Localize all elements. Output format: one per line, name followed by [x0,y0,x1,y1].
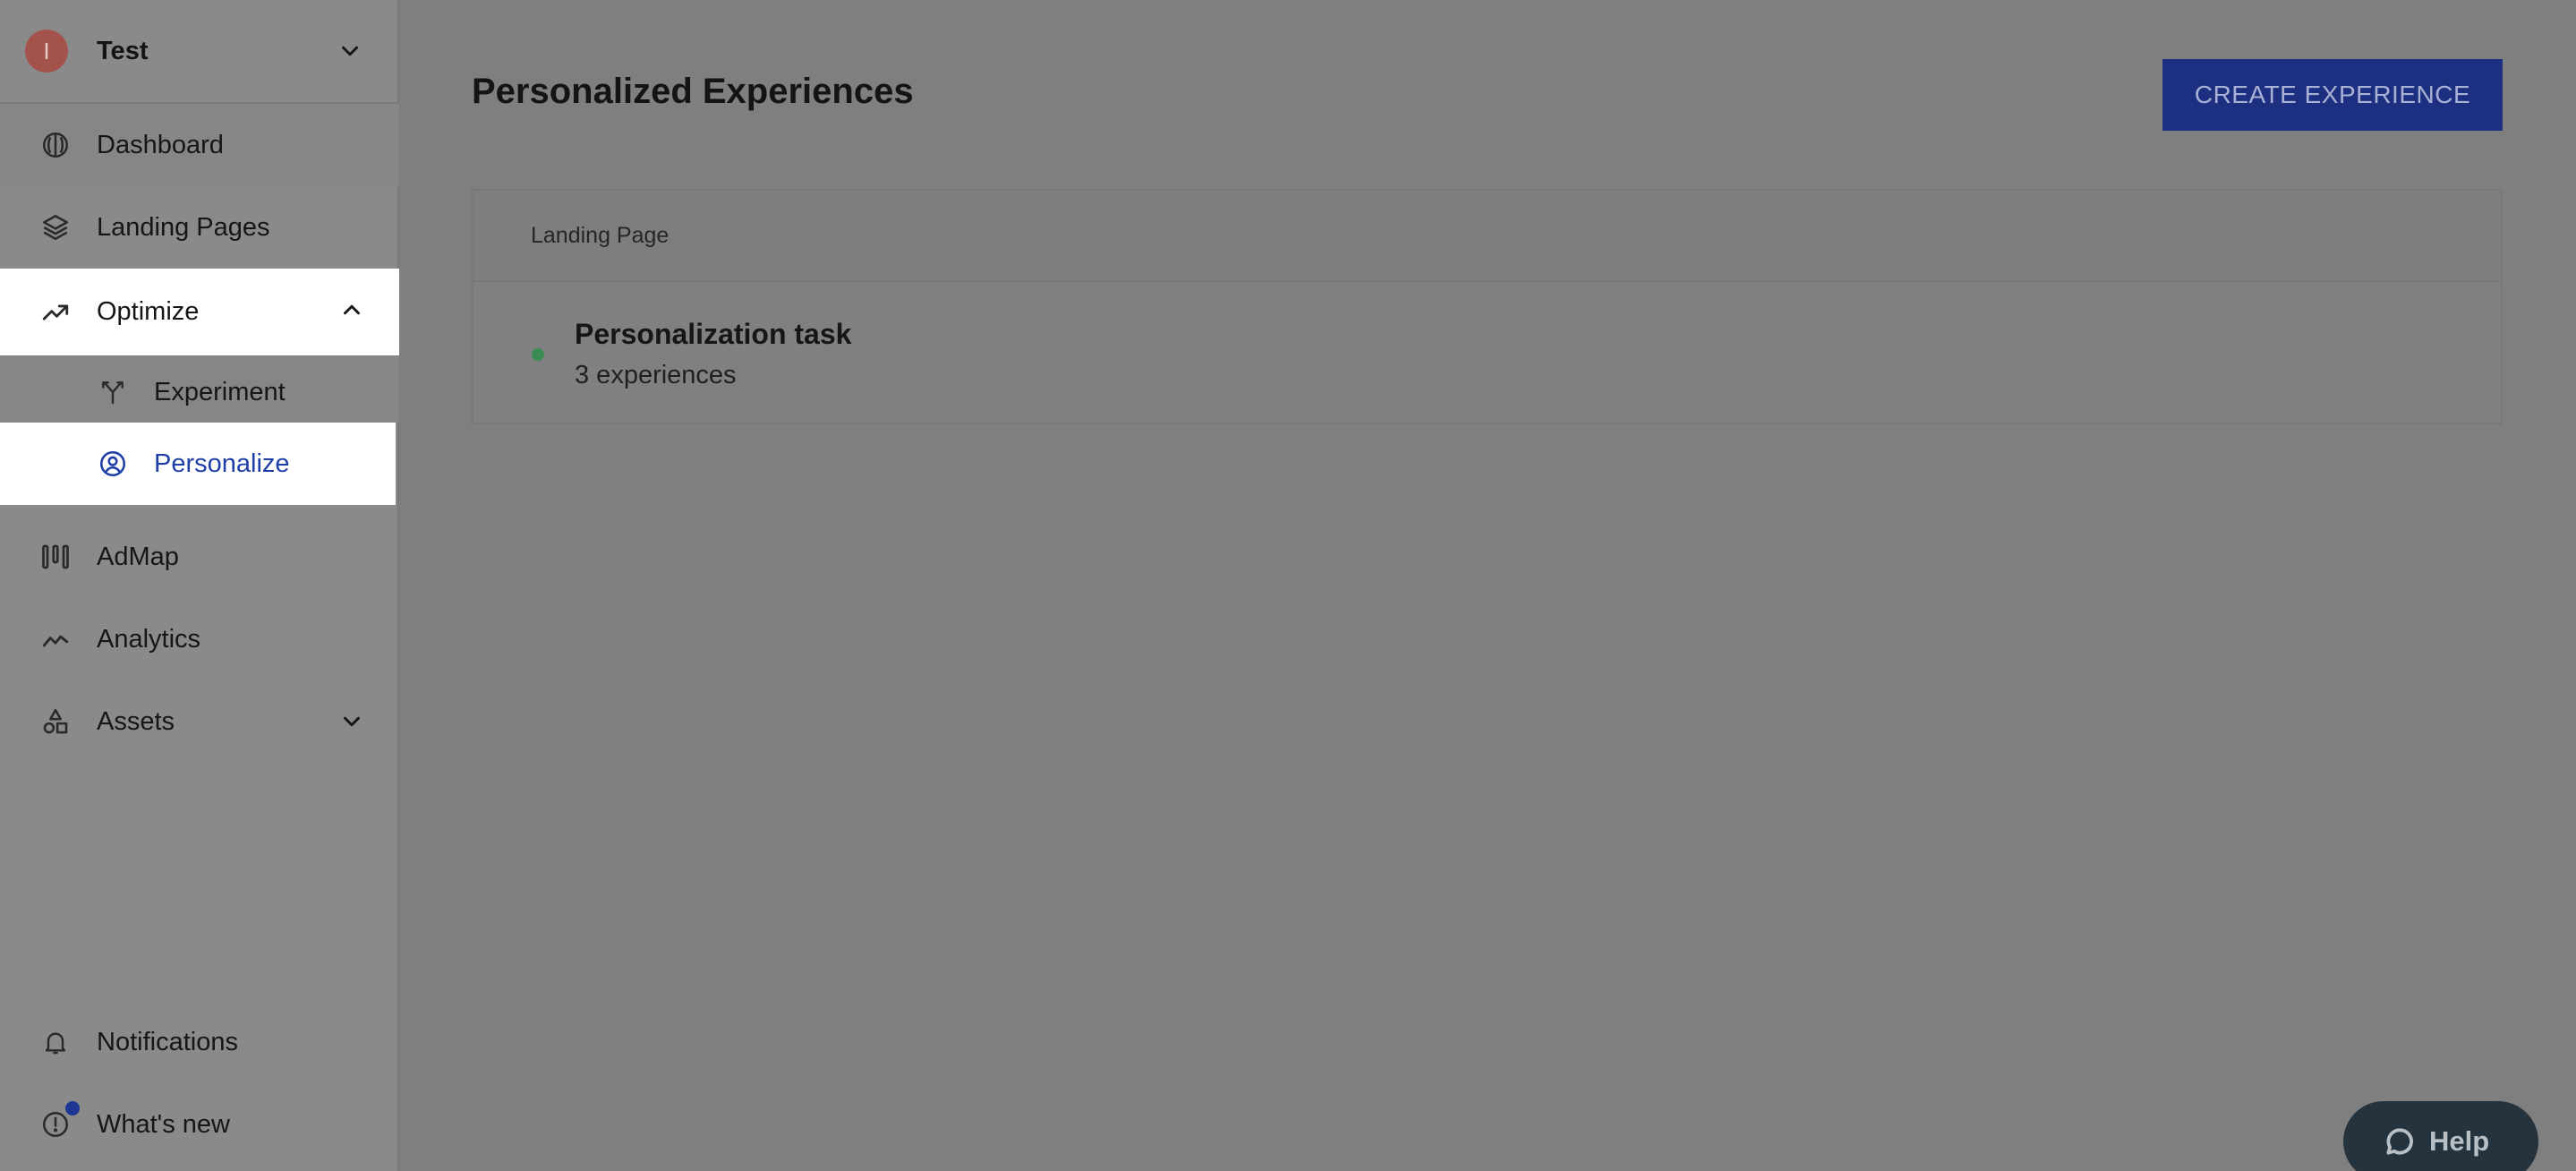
sidebar-item-label: Assets [97,706,175,736]
sidebar-item-whats-new[interactable]: What's new [0,1083,399,1166]
sidebar-item-label: Analytics [97,624,201,654]
workspace-avatar: I [25,30,68,73]
experiences-table: Landing Page Personalization task 3 expe… [472,189,2503,424]
sidebar: I Test Dashboard Landing Pages Optimize [0,0,399,1171]
user-circle-icon [97,448,129,480]
sidebar-item-label: Experiment [154,377,286,406]
help-label: Help [2429,1125,2490,1157]
dashboard-icon [39,129,72,161]
sidebar-item-label: Optimize [97,297,200,326]
help-button[interactable]: Help [2343,1101,2538,1171]
sidebar-item-experiment[interactable]: Experiment [0,351,399,433]
sidebar-item-dashboard[interactable]: Dashboard [0,104,399,186]
layers-icon [39,211,72,244]
new-indicator-dot [65,1101,80,1115]
split-icon [97,376,129,408]
sidebar-item-label: What's new [97,1109,230,1139]
sidebar-item-optimize[interactable]: Optimize [0,269,399,355]
sidebar-item-analytics[interactable]: Analytics [0,598,399,680]
workspace-switcher[interactable]: I Test [0,0,399,104]
chevron-down-icon [342,46,358,56]
workspace-name: Test [97,36,149,65]
sidebar-item-notifications[interactable]: Notifications [0,1001,399,1083]
shapes-icon [39,705,72,738]
line-chart-icon [39,623,72,655]
sidebar-item-label: Dashboard [97,130,224,159]
sidebar-item-label: Notifications [97,1027,238,1056]
chat-bubble-icon [2386,1128,2413,1155]
chevron-down-icon [344,716,360,727]
sidebar-item-personalize[interactable]: Personalize [0,423,396,505]
admap-icon [39,541,72,573]
sidebar-item-assets[interactable]: Assets [0,680,399,763]
sidebar-item-label: Landing Pages [97,212,270,242]
sidebar-item-admap[interactable]: AdMap [0,516,399,598]
trending-up-icon [39,296,72,329]
bell-icon [39,1026,72,1058]
sidebar-item-landing-pages[interactable]: Landing Pages [0,186,399,269]
sidebar-item-label: Personalize [154,449,290,478]
row-title[interactable]: Personalization task [575,318,851,351]
table-row[interactable]: Personalization task 3 experiences [473,282,2501,423]
app-root: I Test Dashboard Landing Pages Optimize [0,0,2576,1171]
status-dot [532,348,544,361]
workspace-initial: I [43,37,50,64]
sidebar-item-label: AdMap [97,542,179,571]
page-title: Personalized Experiences [472,72,914,111]
row-subtitle: 3 experiences [575,361,737,389]
chevron-up-icon [344,304,360,315]
create-experience-button[interactable]: CREATE EXPERIENCE [2162,59,2503,131]
column-header-landing-page: Landing Page [531,222,670,248]
table-header: Landing Page [473,191,2501,282]
